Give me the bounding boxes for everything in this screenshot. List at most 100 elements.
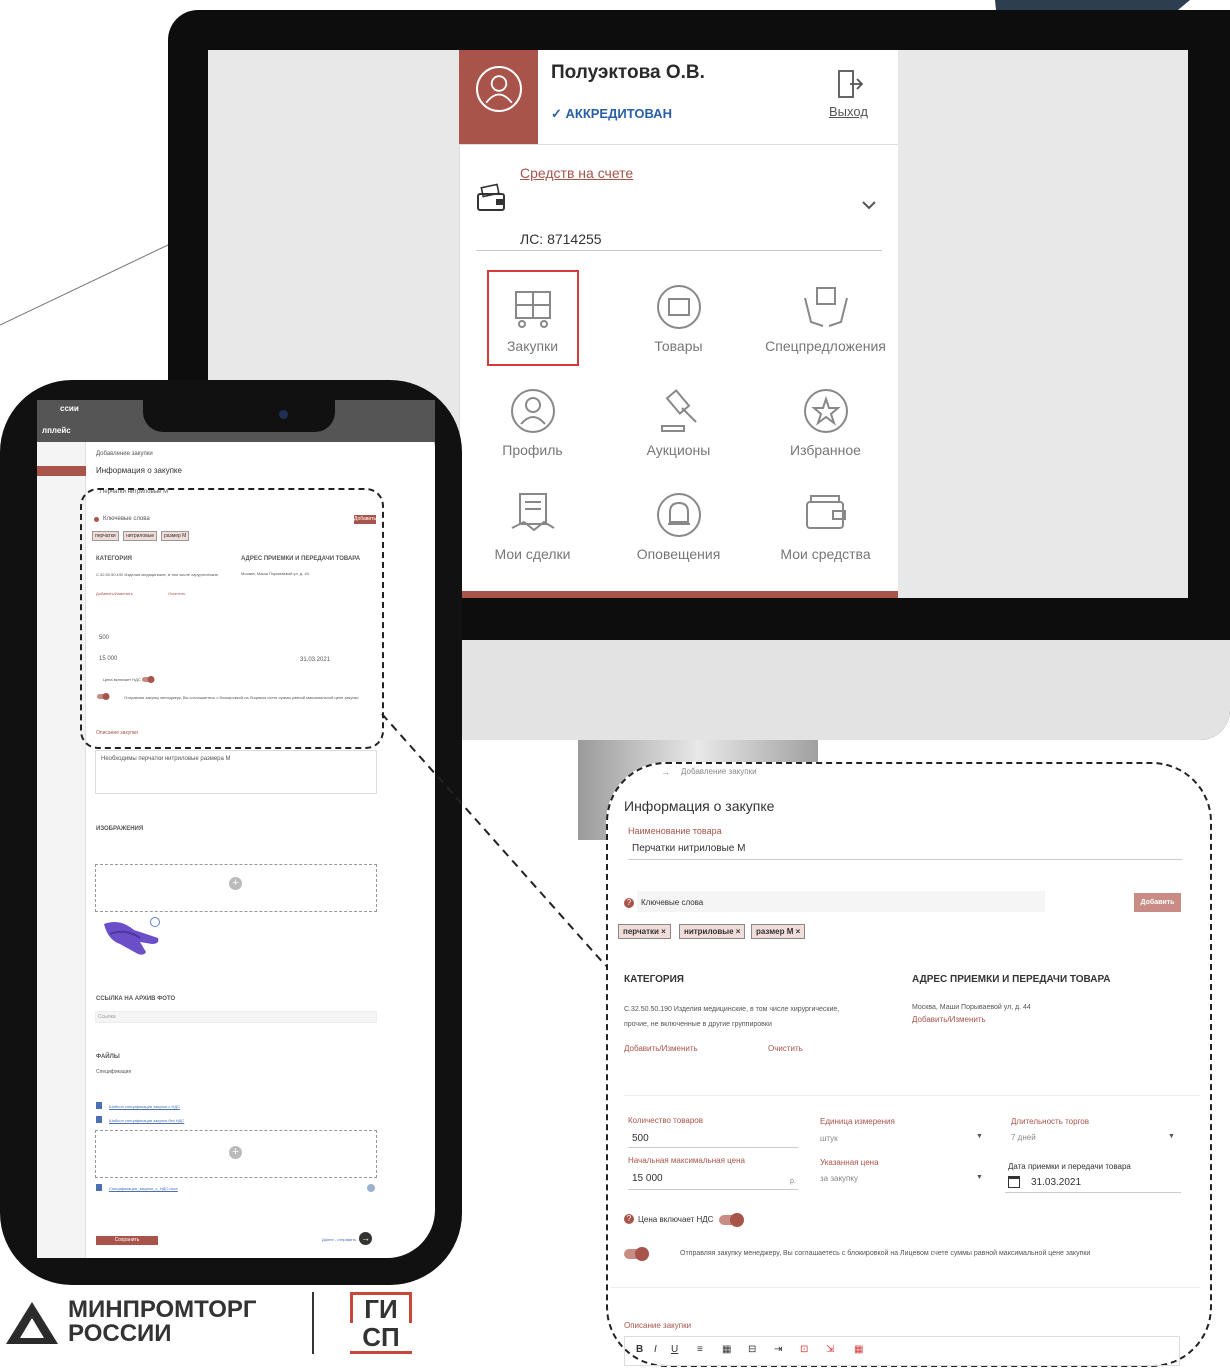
phone-description-text[interactable]: Необходимы перчатки нитриловые размера М <box>101 756 231 762</box>
image-zoom-icon[interactable] <box>150 917 160 927</box>
vat-toggle[interactable] <box>719 1213 744 1227</box>
exit-icon[interactable] <box>836 68 864 100</box>
keyword-chip[interactable]: перчатки × <box>618 924 671 939</box>
phone-form-title: Информация о закупке <box>96 466 182 475</box>
phone-file-link-2[interactable]: Шаблон спецификации закупки без НДС <box>109 1118 184 1123</box>
file-icon <box>96 1184 102 1191</box>
keyword-chip[interactable]: нитриловые × <box>679 924 746 939</box>
menu-tile-special-offers[interactable]: Спецпредложения <box>752 272 899 376</box>
underline-icon[interactable]: U <box>671 1344 678 1355</box>
menu-tile-my-funds[interactable]: Мои средства <box>752 480 899 584</box>
camera-icon <box>279 410 288 419</box>
italic-icon[interactable]: I <box>654 1344 657 1355</box>
category-text-2: прочие, не включенные в другие группиров… <box>624 1021 772 1028</box>
menu-tile-favorites[interactable]: Избранное <box>752 376 899 480</box>
phone-save-button[interactable]: Сохранить <box>96 1236 158 1245</box>
agreement-text: Отправляя закупку менеджеру, Вы соглашае… <box>680 1250 1091 1257</box>
bell-icon <box>656 493 701 537</box>
max-price-label: Начальная максимальная цена <box>628 1156 745 1165</box>
phone-uploaded-file[interactable]: Спецификация_закупки_с_НДС.docx <box>109 1186 178 1191</box>
menu-label: Товары <box>654 338 703 354</box>
agreement-toggle[interactable] <box>624 1247 649 1261</box>
table-icon[interactable]: ▦ <box>722 1344 731 1355</box>
menu-tile-products[interactable]: Товары <box>605 272 752 376</box>
address-edit-link[interactable]: Добавить/Изменить <box>912 1015 986 1024</box>
menu-label: Избранное <box>790 442 861 458</box>
menu-tile-auctions[interactable]: Аукционы <box>605 376 752 480</box>
menu-label: Спецпредложения <box>765 338 886 354</box>
max-price-input[interactable]: 15 000 <box>632 1173 663 1184</box>
phone-sidebar <box>37 442 86 1258</box>
product-name-input[interactable]: Перчатки нитриловые М <box>632 843 745 854</box>
price-type-select[interactable]: за закупку <box>820 1174 858 1183</box>
user-avatar-icon[interactable] <box>476 66 522 112</box>
duration-select[interactable]: 7 дней <box>1011 1133 1036 1142</box>
phone-breadcrumb[interactable]: Добавление закупки <box>96 451 153 457</box>
phone-brand-text: лплейс <box>42 426 71 435</box>
list-icon[interactable]: ≡ <box>697 1344 703 1355</box>
qty-input[interactable]: 500 <box>632 1133 649 1144</box>
accreditation-status: ✓ АККРЕДИТОВАН <box>551 106 672 121</box>
phone-sidebar-selected[interactable] <box>37 466 86 476</box>
exit-link[interactable]: Выход <box>829 104 868 119</box>
ministry-logo-text: МИНПРОМТОРГ РОССИИ <box>68 1298 257 1346</box>
handshake-doc-icon <box>511 493 555 532</box>
help-icon[interactable]: ? <box>624 898 634 908</box>
form-title: Информация о закупке <box>624 798 775 814</box>
chevron-down-icon[interactable] <box>860 196 878 214</box>
callout-connector <box>381 713 607 967</box>
file-icon <box>96 1116 102 1123</box>
delete-table-icon[interactable]: ▦ <box>854 1344 863 1355</box>
unit-select[interactable]: штук <box>820 1134 838 1143</box>
panel-bottom-bar <box>459 591 898 598</box>
section-divider <box>624 1095 1200 1096</box>
help-icon[interactable]: ? <box>624 1214 634 1224</box>
price-underline <box>628 1189 798 1190</box>
comment-icon[interactable]: ⊟ <box>748 1344 756 1355</box>
remove-format-icon[interactable]: ⇲ <box>826 1344 834 1355</box>
export-icon[interactable]: ⇥ <box>774 1344 782 1355</box>
file-icon <box>96 1102 102 1109</box>
account-number: ЛС: 8714255 <box>520 231 602 247</box>
bold-icon[interactable]: B <box>636 1344 643 1355</box>
breadcrumb[interactable]: Добавление закупки <box>681 767 757 776</box>
description-editor[interactable] <box>624 1336 1180 1366</box>
menu-tile-notifications[interactable]: Оповещения <box>605 480 752 584</box>
category-text-1: С.32.50.50.190 Изделия медицинские, в то… <box>624 1006 840 1013</box>
dropdown-arrow-icon[interactable]: ▼ <box>1168 1133 1175 1140</box>
menu-label: Мои средства <box>780 546 871 562</box>
gisp-logo: ГИ СП <box>350 1292 412 1354</box>
delete-comment-icon[interactable]: ⊡ <box>800 1344 808 1355</box>
phone-archive-input[interactable] <box>95 1011 377 1023</box>
menu-label: Мои сделки <box>494 546 571 562</box>
phone-header-text: ссии <box>60 404 79 413</box>
address-heading: АДРЕС ПРИЕМКИ И ПЕРЕДАЧИ ТОВАРА <box>912 974 1111 985</box>
ministry-logo-icon <box>6 1302 58 1344</box>
date-input[interactable]: 31.03.2021 <box>1031 1177 1081 1188</box>
header-divider <box>459 144 898 145</box>
gavel-icon <box>660 389 697 432</box>
wallet-icon <box>805 495 846 529</box>
add-image-icon[interactable]: + <box>229 877 242 890</box>
menu-tile-deals[interactable]: Мои сделки <box>459 480 606 584</box>
keyword-chip[interactable]: размер М × <box>751 924 806 939</box>
category-edit-link[interactable]: Добавить/Изменить <box>624 1044 698 1053</box>
menu-tile-profile[interactable]: Профиль <box>459 376 606 480</box>
funds-link[interactable]: Средств на счете <box>520 165 633 181</box>
unit-label: Единица измерения <box>820 1117 895 1126</box>
phone-file-link-1[interactable]: Шаблон спецификации закупки с НДС <box>109 1104 180 1109</box>
menu-label: Профиль <box>502 442 563 458</box>
dropdown-arrow-icon[interactable]: ▼ <box>976 1174 983 1181</box>
phone-send-link[interactable]: Далее - отправить <box>322 1237 356 1242</box>
calendar-icon[interactable] <box>1008 1176 1020 1188</box>
remove-file-icon[interactable] <box>367 1184 375 1192</box>
date-label: Дата приемки и передачи товара <box>1008 1162 1131 1171</box>
arrow-right-icon[interactable]: → <box>359 1232 372 1245</box>
category-clear-link[interactable]: Очистить <box>768 1044 803 1053</box>
dropdown-arrow-icon[interactable]: ▼ <box>976 1133 983 1140</box>
add-file-icon[interactable]: + <box>229 1146 242 1159</box>
add-keyword-button[interactable]: Добавить <box>1134 893 1181 912</box>
chip-label: нитриловые <box>684 927 734 936</box>
gisp-line-1: ГИ <box>350 1292 412 1323</box>
price-type-label: Указанная цена <box>820 1158 879 1167</box>
